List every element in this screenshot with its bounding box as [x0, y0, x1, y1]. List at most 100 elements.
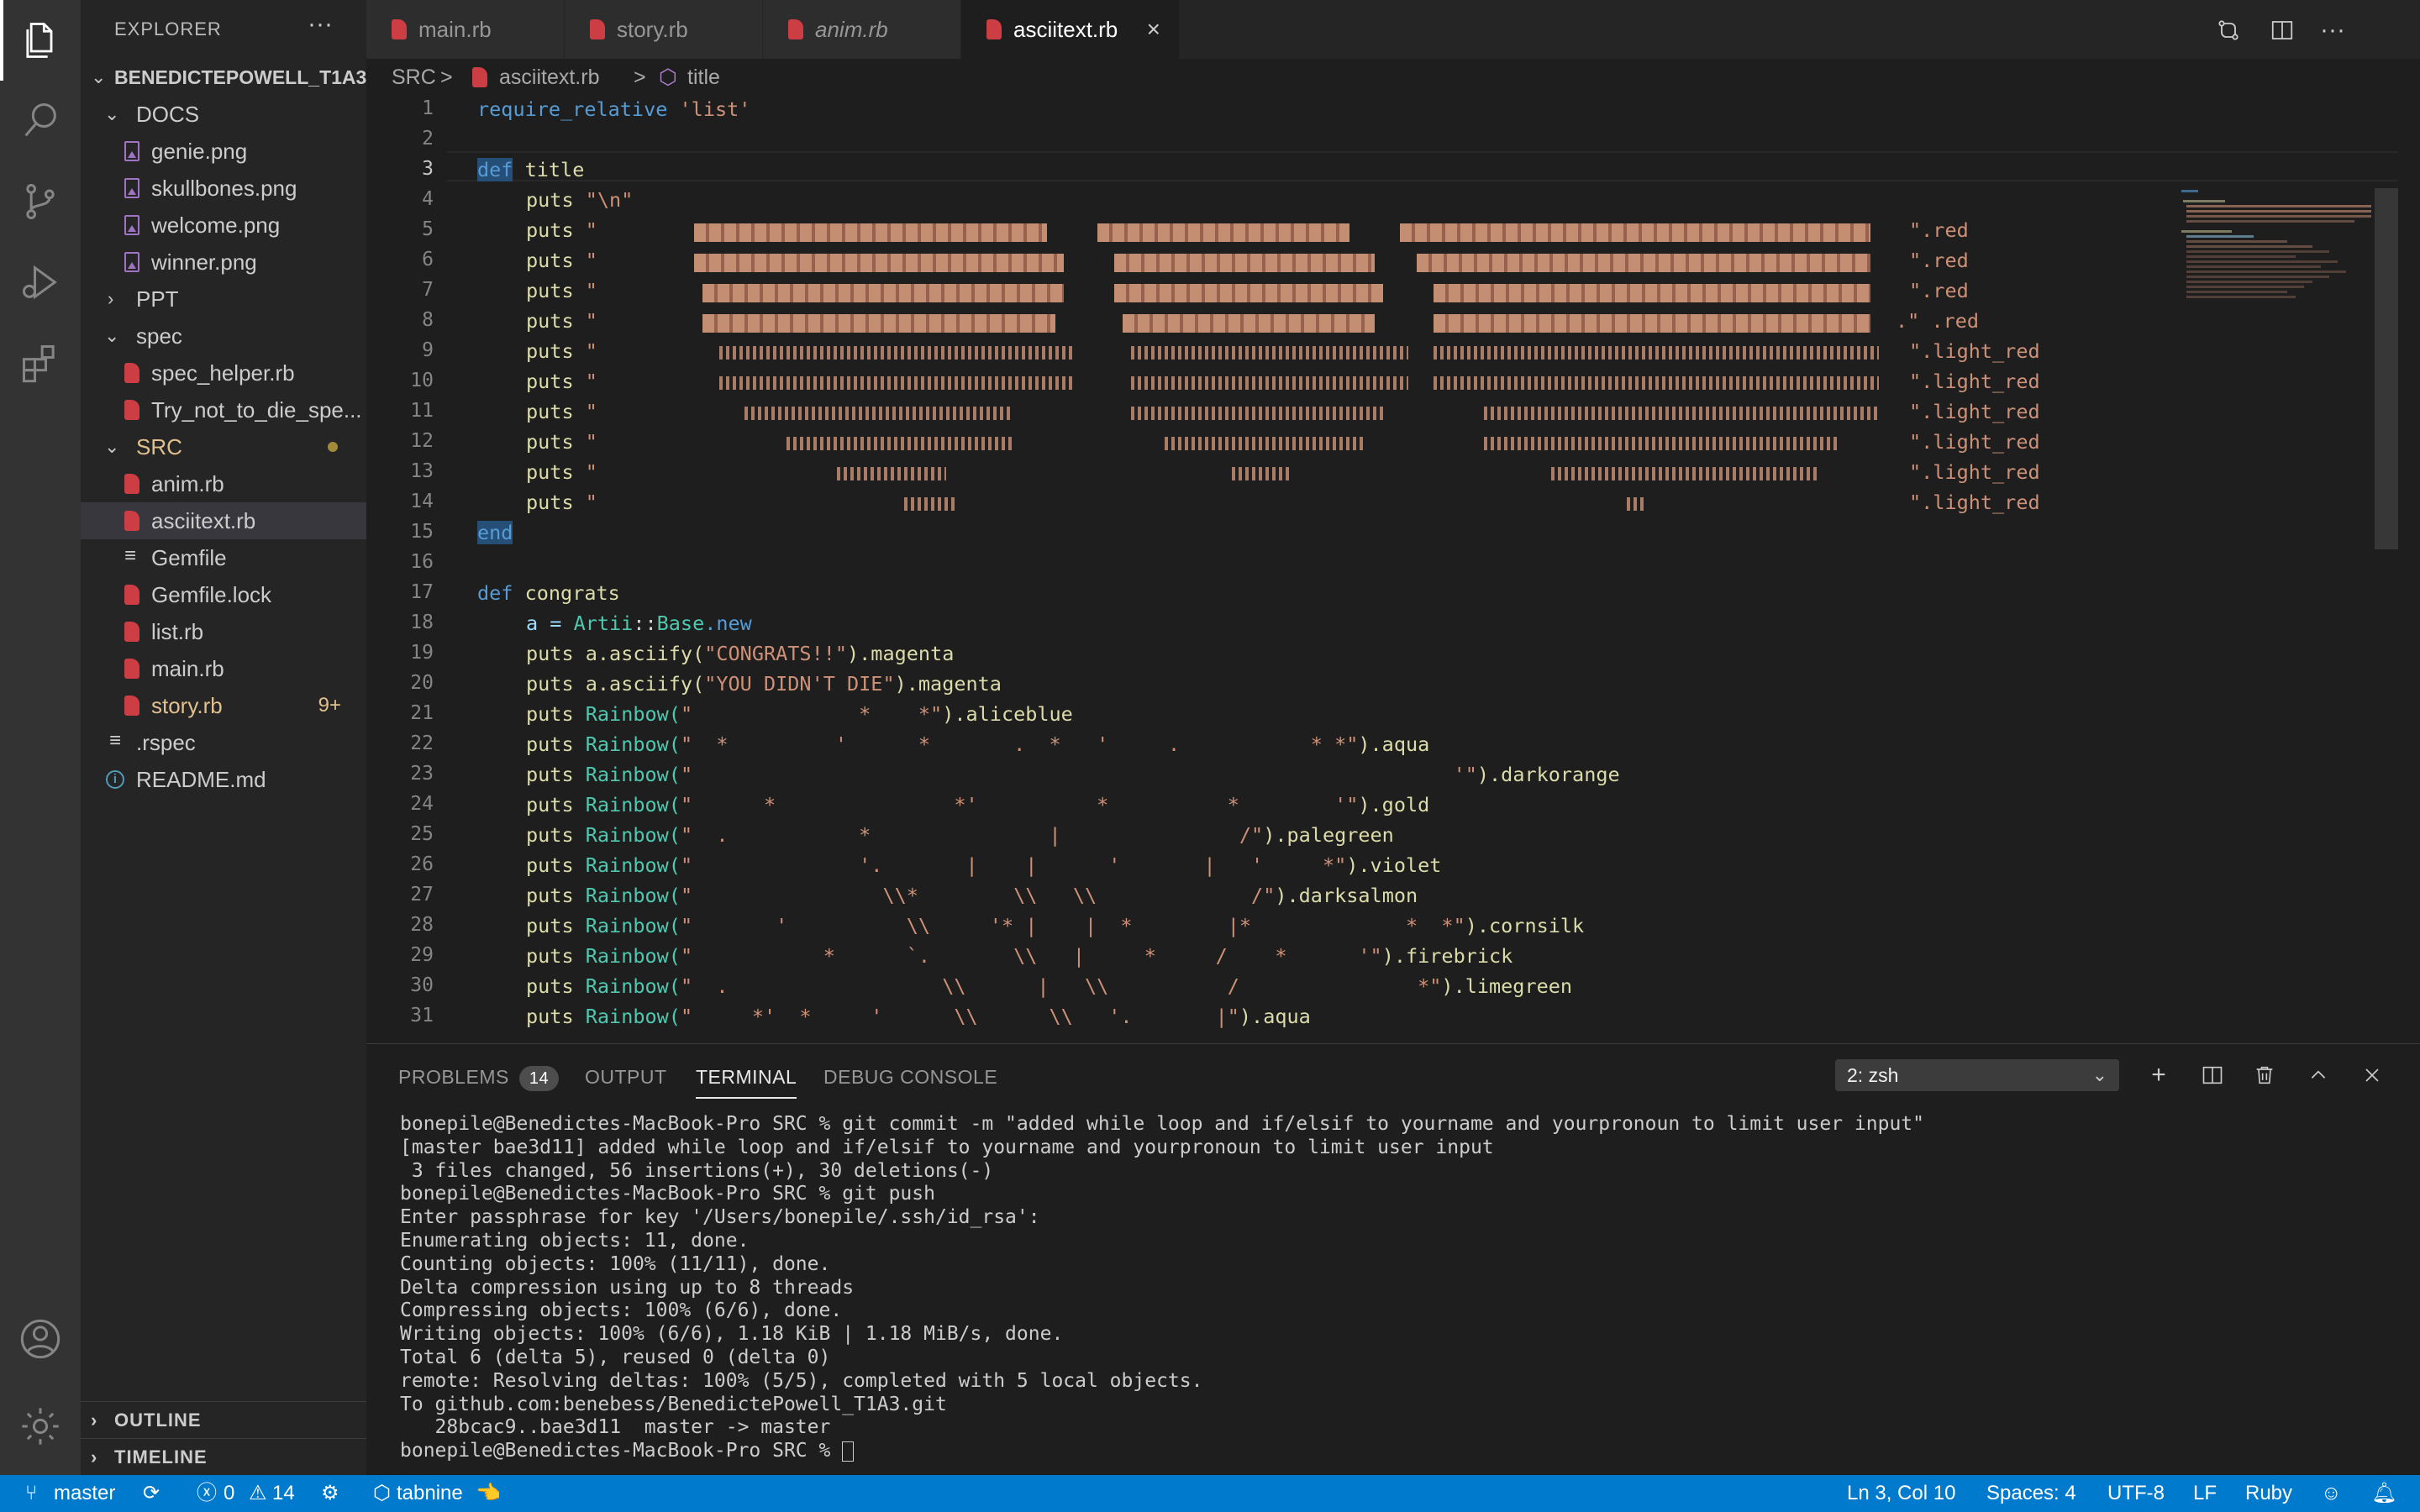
warning-icon: ⚠ [249, 1482, 267, 1504]
line-number: 7 [422, 279, 434, 301]
manage-gear-icon[interactable] [0, 1386, 81, 1467]
tab-debug-console[interactable]: DEBUG CONSOLE [823, 1066, 997, 1089]
ascii-art-row [1627, 497, 1644, 511]
code-line-end: ".light_red [1909, 400, 2040, 423]
file-skullbones-png[interactable]: skullbones.png [81, 170, 366, 207]
git-branch[interactable]: master [54, 1475, 115, 1512]
encoding[interactable]: UTF-8 [2107, 1475, 2165, 1512]
terminal-line: Delta compression using up to 8 threads [400, 1276, 855, 1299]
trash-icon[interactable] [2249, 1059, 2281, 1091]
folder-src[interactable]: ⌄ SRC [81, 428, 366, 465]
bottom-panel: PROBLEMS 14 OUTPUT TERMINAL DEBUG CONSOLE… [366, 1043, 2420, 1475]
minimap[interactable] [2175, 190, 2376, 375]
error-icon: ⓧ [197, 1482, 217, 1504]
ruby-file-icon [124, 659, 139, 679]
file-gemfile[interactable]: ≡ Gemfile [81, 539, 366, 576]
ascii-art-row [1551, 467, 1820, 480]
split-terminal-icon[interactable] [2196, 1059, 2228, 1091]
folder-docs[interactable]: ⌄ DOCS [81, 96, 366, 133]
warning-count[interactable]: 14 [272, 1475, 295, 1512]
info-icon: i [106, 770, 124, 789]
file-winner-png[interactable]: winner.png [81, 244, 366, 281]
terminal-output[interactable]: bonepile@Benedictes-MacBook-Pro SRC % gi… [400, 1113, 1924, 1463]
close-icon[interactable]: × [1147, 0, 1160, 59]
code-line: puts Rainbow(" . \\ | \\ / *").limegreen [526, 974, 1573, 998]
compare-changes-icon[interactable] [2212, 13, 2245, 47]
line-number: 28 [410, 914, 434, 936]
source-control-icon[interactable] [0, 161, 81, 242]
folder-ppt[interactable]: › PPT [81, 281, 366, 318]
cursor-position[interactable]: Ln 3, Col 10 [1847, 1475, 1955, 1512]
tab-asciitext-rb[interactable]: asciitext.rb × [961, 0, 1180, 59]
tabnine-status[interactable]: tabnine [397, 1475, 463, 1512]
tab-output[interactable]: OUTPUT [585, 1066, 667, 1089]
indentation[interactable]: Spaces: 4 [1986, 1475, 2076, 1512]
file-anim-rb[interactable]: anim.rb [81, 465, 366, 502]
search-icon[interactable] [0, 81, 81, 161]
file-asciitext-rb[interactable]: asciitext.rb [81, 502, 366, 539]
editor-scrollbar[interactable] [2375, 188, 2398, 549]
timeline-section[interactable]: › TIMELINE [81, 1438, 366, 1475]
extensions-icon[interactable] [0, 323, 81, 403]
file-story-rb[interactable]: story.rb 9+ [81, 687, 366, 724]
terminal-select[interactable]: 2: zsh ⌄ [1835, 1059, 2119, 1091]
file-welcome-png[interactable]: welcome.png [81, 207, 366, 244]
ruby-file-icon [392, 19, 407, 39]
notifications-bell-icon[interactable]: 🔔︎ [2371, 1475, 2396, 1512]
workspace-root[interactable]: ⌄ BENEDICTEPOWELL_T1A3 [81, 59, 366, 96]
file-try-not-to-die-spec[interactable]: Try_not_to_die_spe... [81, 391, 366, 428]
code-line: def title [477, 158, 585, 181]
file-genie-png[interactable]: genie.png [81, 133, 366, 170]
breadcrumb-file[interactable]: asciitext.rb [499, 60, 599, 94]
maximize-panel-icon[interactable] [2302, 1059, 2334, 1091]
feedback-icon[interactable]: ☺ [2321, 1475, 2342, 1512]
file-gemfile-lock[interactable]: Gemfile.lock [81, 576, 366, 613]
ascii-art-row [719, 346, 1072, 360]
line-ending[interactable]: LF [2193, 1475, 2217, 1512]
more-actions-icon[interactable]: ··· [308, 10, 333, 39]
file-list-rb[interactable]: list.rb [81, 613, 366, 650]
line-number: 11 [410, 400, 434, 422]
tab-anim-rb[interactable]: anim.rb [763, 0, 961, 59]
activity-bar [0, 0, 81, 1475]
file-main-rb[interactable]: main.rb [81, 650, 366, 687]
file-tree: ⌄ BENEDICTEPOWELL_T1A3 ⌄ DOCS genie.png … [81, 59, 366, 798]
ruby-file-icon [124, 696, 139, 716]
file-readme-md[interactable]: i README.md [81, 761, 366, 798]
chevron-down-icon: ⌄ [2091, 1064, 2107, 1085]
outline-section[interactable]: › OUTLINE [81, 1401, 366, 1438]
code-line: puts " [526, 339, 597, 363]
breadcrumb-symbol[interactable]: title [687, 60, 720, 94]
explorer-icon[interactable] [0, 0, 81, 81]
account-icon[interactable] [0, 1299, 81, 1379]
terminal-line: Compressing objects: 100% (6/6), done. [400, 1299, 843, 1322]
new-terminal-icon[interactable]: + [2143, 1059, 2175, 1091]
close-panel-icon[interactable] [2356, 1059, 2388, 1091]
image-file-icon [124, 252, 139, 272]
breadcrumb-folder[interactable]: SRC [392, 60, 436, 94]
debug-icon[interactable]: ⚙ [321, 1475, 339, 1512]
code-line: end [477, 521, 513, 544]
run-debug-icon[interactable] [0, 242, 81, 323]
tab-story-rb[interactable]: story.rb [565, 0, 763, 59]
breadcrumb-separator: > [634, 66, 646, 89]
code-line: puts " [526, 218, 597, 242]
line-number: 18 [410, 612, 434, 633]
error-count[interactable]: 0 [224, 1475, 234, 1512]
code-line: puts " [526, 370, 597, 393]
ascii-art-row [1484, 407, 1879, 420]
tab-terminal[interactable]: TERMINAL [696, 1066, 797, 1099]
code-editor[interactable]: 1 2 3 4 5 6 7 8 9 10 11 12 13 14 15 16 1… [366, 94, 2398, 1043]
ruby-file-icon [124, 363, 139, 383]
terminal-line: remote: Resolving deltas: 100% (5/5), co… [400, 1369, 1203, 1392]
file-rspec[interactable]: ≡ .rspec [81, 724, 366, 761]
terminal-line: bonepile@Benedictes-MacBook-Pro SRC % gi… [400, 1113, 1924, 1135]
tab-main-rb[interactable]: main.rb [366, 0, 565, 59]
more-actions-icon[interactable]: ··· [2316, 13, 2349, 47]
language-mode[interactable]: Ruby [2245, 1475, 2292, 1512]
folder-spec[interactable]: ⌄ spec [81, 318, 366, 354]
split-editor-icon[interactable] [2265, 13, 2299, 47]
tab-problems[interactable]: PROBLEMS 14 [398, 1066, 560, 1091]
sync-icon[interactable]: ⟳ [143, 1475, 160, 1512]
file-spec-helper-rb[interactable]: spec_helper.rb [81, 354, 366, 391]
